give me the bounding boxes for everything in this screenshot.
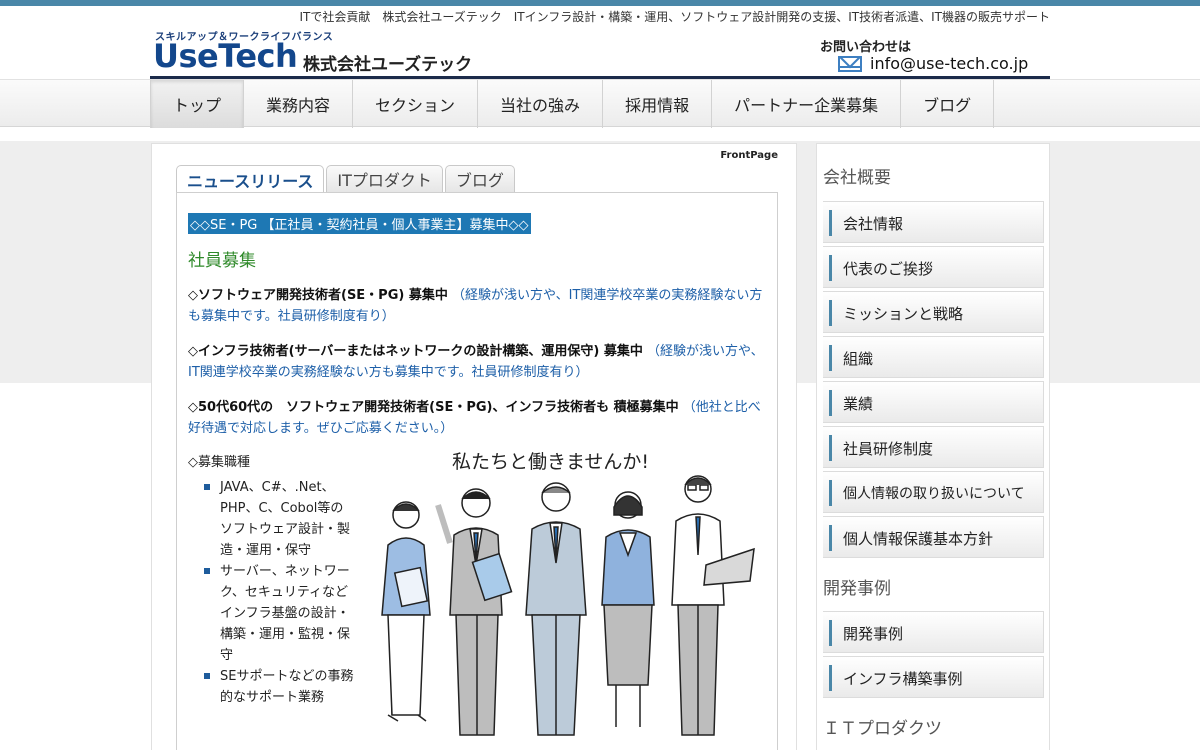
sidebar-item-label: 会社情報	[843, 214, 904, 233]
sidebar-heading-products: ＩＴプロダクツ	[823, 719, 942, 739]
job-list: JAVA、C#、.Net、PHP、C、Cobol等のソフトウェア設計・製造・運用…	[204, 477, 354, 708]
business-people-illustration	[381, 475, 755, 736]
tab-it-product[interactable]: ITプロダクト	[326, 165, 443, 192]
sidebar-item-greeting[interactable]: 代表のご挨拶	[823, 246, 1044, 288]
sidebar-item-organization[interactable]: 組織	[823, 336, 1044, 378]
sidebar-item-privacy-handling[interactable]: 個人情報の取り扱いについて	[823, 471, 1044, 513]
illustration-caption: 私たちと働きませんか!	[452, 451, 650, 473]
sidebar-marker	[829, 345, 832, 371]
job-text: サーバー、ネットワーク、セキュリティなど	[220, 564, 350, 600]
recruit-heading-senior: ◇50代60代の ソフトウェア開発技術者(SE・PG)、インフラ技術者も 積極募…	[188, 400, 679, 415]
sidebar-item-label: 社員研修制度	[843, 439, 934, 458]
sidebar-marker	[829, 390, 832, 416]
top-accent-strip	[0, 0, 1200, 6]
nav-item-blog[interactable]: ブログ	[901, 80, 995, 128]
sidebar-item-label: 個人情報の取り扱いについて	[843, 486, 1025, 502]
jobs-area: ◇募集職種 JAVA、C#、.Net、PHP、C、Cobol等のソフトウェア設計…	[188, 451, 766, 750]
job-text: SEサポートなどの事務的なサポート業務	[220, 669, 354, 705]
company-name: 株式会社ユーズテック	[303, 55, 473, 75]
recruit-heading-infra: ◇インフラ技術者(サーバーまたはネットワークの設計構築、運用保守) 募集中	[188, 344, 643, 359]
sidebar-item-label: インフラ構築事例	[843, 669, 963, 688]
global-nav: トップ 業務内容 セクション 当社の強み 採用情報 パートナー企業募集 ブログ	[150, 80, 995, 128]
sidebar-marker	[829, 620, 832, 646]
recruit-illustration: 私たちと働きませんか!	[366, 445, 766, 745]
sidebar-marker	[829, 255, 832, 281]
sidebar-item-label: 代表のご挨拶	[843, 259, 934, 278]
sidebar-marker	[829, 435, 832, 461]
sidebar-item-privacy-policy[interactable]: 個人情報保護基本方針	[823, 516, 1044, 558]
sidebar-item-label: 業績	[843, 394, 874, 413]
sidebar-item-label: ミッションと戦略	[843, 304, 964, 323]
sidebar-item-label: 個人情報保護基本方針	[843, 529, 994, 548]
site-logo[interactable]: スキルアップ＆ワークライフバランス UseTech 株式会社ユーズテック	[153, 28, 483, 76]
frontpage-label: FrontPage	[720, 150, 778, 161]
contact-email: info@use-tech.co.jp	[870, 54, 1029, 73]
sidebar-marker	[829, 480, 832, 506]
sidebar-item-company-info[interactable]: 会社情報	[823, 201, 1044, 243]
nav-item-top[interactable]: トップ	[150, 80, 245, 128]
logo-wordmark: UseTech	[153, 37, 298, 75]
square-bullet-icon	[204, 484, 210, 490]
nav-item-strengths[interactable]: 当社の強み	[478, 80, 604, 128]
sidebar-marker	[829, 210, 832, 236]
square-bullet-icon	[204, 673, 210, 679]
sidebar-marker	[829, 665, 832, 691]
nav-item-recruit[interactable]: 採用情報	[603, 80, 713, 128]
recruit-highlight-link[interactable]: ◇◇SE・PG 【正社員・契約社員・個人事業主】募集中◇◇	[188, 213, 531, 234]
global-nav-bar: トップ 業務内容 セクション 当社の強み 採用情報 パートナー企業募集 ブログ	[0, 79, 1200, 128]
contact-email-link[interactable]: info@use-tech.co.jp	[838, 54, 1028, 73]
recruit-paragraph-senior: ◇50代60代の ソフトウェア開発技術者(SE・PG)、インフラ技術者も 積極募…	[188, 397, 766, 439]
sidebar-item-infra-cases[interactable]: インフラ構築事例	[823, 656, 1044, 698]
list-item: サーバー、ネットワーク、セキュリティなど インフラ基盤の設計・構築・運用・監視・…	[204, 561, 354, 666]
contact-block: お問い合わせは info@use-tech.co.jp	[818, 36, 1050, 80]
job-text: インフラ基盤の設計・構築・運用・監視・保守	[220, 606, 351, 663]
square-bullet-icon	[204, 568, 210, 574]
list-item: JAVA、C#、.Net、PHP、C、Cobol等のソフトウェア設計・製造・運用…	[204, 477, 354, 561]
sidebar-heading-company: 会社概要	[823, 168, 891, 188]
nav-item-partners[interactable]: パートナー企業募集	[712, 80, 902, 128]
sidebar-marker	[829, 525, 832, 551]
tab-blog[interactable]: ブログ	[444, 165, 515, 192]
recruit-heading-software: ◇ソフトウェア開発技術者(SE・PG) 募集中	[188, 288, 448, 303]
sidebar-item-training[interactable]: 社員研修制度	[823, 426, 1044, 468]
content-tabs: ニュースリリース ITプロダクト ブログ	[176, 165, 515, 193]
site-tagline: ITで社会貢献 株式会社ユーズテック ITインフラ設計・構築・運用、ソフトウェア…	[299, 10, 1050, 24]
tab-news-release[interactable]: ニュースリリース	[176, 165, 325, 193]
mail-icon	[838, 55, 862, 72]
contact-label: お問い合わせは	[820, 40, 912, 55]
sidebar-item-results[interactable]: 業績	[823, 381, 1044, 423]
list-item: SEサポートなどの事務的なサポート業務	[204, 666, 354, 708]
sidebar-item-mission[interactable]: ミッションと戦略	[823, 291, 1044, 333]
sidebar-marker	[829, 300, 832, 326]
sidebar: 会社概要 会社情報 代表のご挨拶 ミッションと戦略 組織 業績 社員研修制度 個…	[816, 143, 1050, 750]
main-content: FrontPage ニュースリリース ITプロダクト ブログ ◇◇SE・PG 【…	[151, 143, 797, 750]
sidebar-item-label: 組織	[843, 349, 874, 368]
job-text: JAVA、C#、.Net、PHP、C、Cobol等のソフトウェア設計・製造・運用…	[220, 480, 351, 558]
sidebar-item-label: 開発事例	[843, 624, 904, 643]
nav-item-sections[interactable]: セクション	[353, 80, 479, 128]
section-title: 社員募集	[188, 251, 256, 271]
sidebar-heading-dev: 開発事例	[823, 579, 891, 599]
news-panel: ◇◇SE・PG 【正社員・契約社員・個人事業主】募集中◇◇ 社員募集 ◇ソフトウ…	[176, 192, 778, 750]
recruit-paragraph-infra: ◇インフラ技術者(サーバーまたはネットワークの設計構築、運用保守) 募集中 （経…	[188, 341, 766, 383]
nav-item-services[interactable]: 業務内容	[244, 80, 354, 128]
sidebar-item-dev-cases[interactable]: 開発事例	[823, 611, 1044, 653]
recruit-paragraph-software: ◇ソフトウェア開発技術者(SE・PG) 募集中 （経験が浅い方や、IT関連学校卒…	[188, 285, 766, 327]
